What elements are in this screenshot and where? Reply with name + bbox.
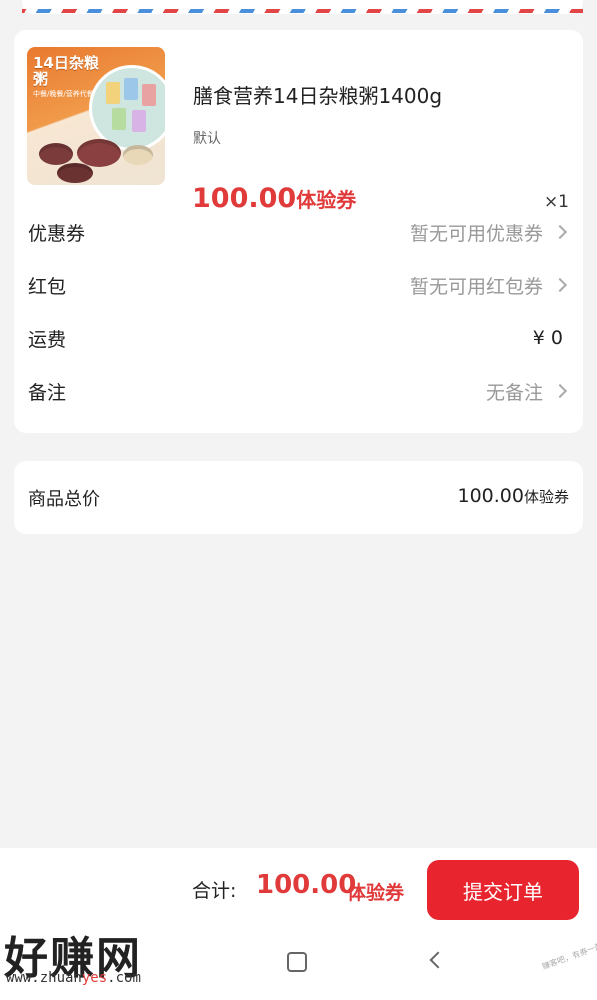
goods-total-amount: 100.00 bbox=[457, 485, 524, 507]
sum-value: 100.00 bbox=[256, 870, 357, 900]
bowl-graphic bbox=[123, 145, 153, 165]
goods-total-label: 商品总价 bbox=[28, 489, 100, 510]
redpacket-value: 暂无可用红包券 bbox=[409, 275, 543, 298]
shipping-row: 运费 ¥ 0 bbox=[28, 323, 569, 353]
bowl-graphic bbox=[57, 163, 93, 183]
product-image-subtitle: 中餐/晚餐/营养代餐 bbox=[33, 90, 94, 98]
watermark-url-highlight: yes bbox=[81, 970, 108, 986]
sum-unit: 体验券 bbox=[347, 882, 405, 904]
product-price-value: 100.00 bbox=[192, 183, 297, 214]
chevron-right-icon bbox=[552, 224, 568, 240]
shipping-label: 运费 bbox=[28, 328, 67, 351]
bowl-graphic bbox=[39, 143, 73, 165]
watermark-url-prefix: www.zhuan bbox=[6, 970, 82, 986]
remark-row[interactable]: 备注 无备注 bbox=[28, 376, 569, 406]
sum-label: 合计: bbox=[192, 880, 237, 902]
product-price-unit: 体验券 bbox=[296, 188, 357, 212]
bowl-graphic bbox=[77, 139, 121, 167]
remark-label: 备注 bbox=[28, 381, 67, 404]
chevron-right-icon bbox=[552, 383, 568, 399]
chevron-right-icon bbox=[552, 277, 568, 293]
total-card: 商品总价 100.00体验券 bbox=[14, 461, 583, 534]
product-price: 100.00体验券 bbox=[192, 183, 356, 214]
address-card-edge bbox=[22, 0, 583, 14]
coupon-value: 暂无可用优惠券 bbox=[409, 222, 543, 245]
redpacket-label: 红包 bbox=[28, 275, 67, 298]
back-nav-icon[interactable] bbox=[429, 951, 447, 969]
redpacket-row[interactable]: 红包 暂无可用红包券 bbox=[28, 270, 569, 300]
product-spec: 默认 bbox=[193, 131, 221, 147]
goods-total-value: 100.00体验券 bbox=[458, 485, 570, 507]
home-nav-icon[interactable] bbox=[287, 952, 307, 972]
product-image[interactable]: 14日杂粮粥 中餐/晚餐/营养代餐 bbox=[27, 47, 165, 185]
coupon-value-wrap: 暂无可用优惠券 bbox=[410, 219, 569, 246]
watermark-url: www.zhuanyes.com bbox=[6, 970, 141, 986]
order-card: 14日杂粮粥 中餐/晚餐/营养代餐 膳食营养14日杂粮粥1400g 默认 100… bbox=[14, 30, 583, 433]
site-watermark: 好赚网 www.zhuanyes.com bbox=[4, 922, 194, 992]
redpacket-value-wrap: 暂无可用红包券 bbox=[410, 272, 569, 299]
remark-value-wrap: 无备注 bbox=[486, 378, 569, 405]
product-quantity: ×1 bbox=[543, 192, 569, 212]
goods-total-unit: 体验券 bbox=[523, 488, 569, 506]
airmail-stripes bbox=[22, 9, 583, 13]
shipping-value-wrap: ¥ 0 bbox=[533, 327, 569, 349]
coupon-row[interactable]: 优惠券 暂无可用优惠券 bbox=[28, 217, 569, 247]
submit-order-button[interactable]: 提交订单 bbox=[427, 860, 579, 920]
coupon-label: 优惠券 bbox=[28, 222, 86, 245]
remark-value: 无备注 bbox=[485, 381, 543, 404]
product-name: 膳食营养14日杂粮粥1400g bbox=[193, 84, 443, 108]
product-image-title: 14日杂粮粥 bbox=[33, 54, 99, 88]
shipping-value: ¥ 0 bbox=[532, 327, 563, 349]
watermark-url-suffix: .com bbox=[107, 970, 141, 986]
